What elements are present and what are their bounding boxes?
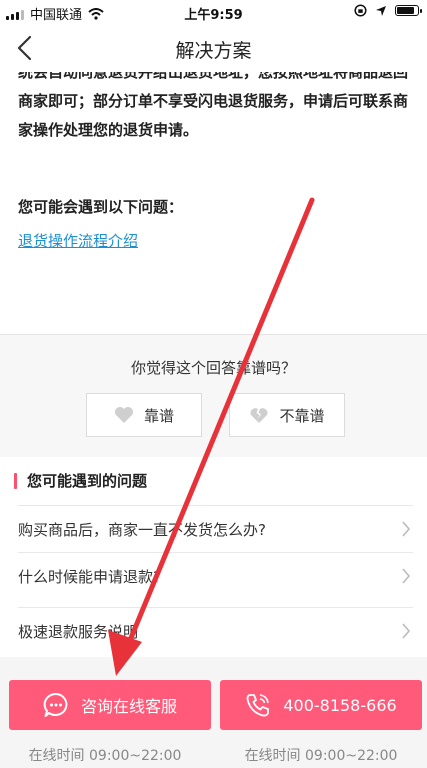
chat-bubble-icon xyxy=(43,692,68,717)
chat-hours: 在线时间 09:00~22:00 xyxy=(28,748,182,764)
rating-section: 你觉得这个回答靠谱吗？ 靠谱 不靠谱 xyxy=(0,335,427,457)
article-content: 统会自动同意退货并给出退货地址，您按照地址将商品退回商家即可；部分订单不享受闪电… xyxy=(0,72,427,334)
heading-accent-bar xyxy=(14,472,17,489)
not-helpful-label: 不靠谱 xyxy=(279,406,325,425)
location-arrow-icon xyxy=(376,5,386,16)
online-service-button[interactable]: 咨询在线客服 xyxy=(9,680,211,730)
page-title: 解决方案 xyxy=(175,40,252,62)
return-process-link[interactable]: 退货操作流程介绍 xyxy=(18,230,138,251)
article-paragraph: 统会自动同意退货并给出退货地址，您按照地址将商品退回商家即可；部分订单不享受闪电… xyxy=(18,72,409,139)
heart-icon xyxy=(114,407,133,423)
phone-hours: 在线时间 09:00~22:00 xyxy=(244,748,398,764)
nav-bar: 解决方案 xyxy=(0,24,427,72)
chevron-right-icon xyxy=(402,521,411,537)
not-helpful-button[interactable]: 不靠谱 xyxy=(229,393,345,437)
faq-item-no-delivery[interactable]: 购买商品后，商家一直不发货怎么办? xyxy=(18,505,413,552)
broken-heart-icon xyxy=(251,408,268,423)
faq-item-label: 购买商品后，商家一直不发货怎么办? xyxy=(18,521,266,539)
footer: 咨询在线客服 400-8158-666 在线时间 09:00~22:00 在线时… xyxy=(0,657,427,768)
faq-item-label: 极速退款服务说明 xyxy=(18,623,139,641)
faq-heading-text: 您可能遇到的问题 xyxy=(27,472,148,490)
helpful-button[interactable]: 靠谱 xyxy=(86,393,202,437)
battery-icon xyxy=(395,5,422,16)
faq-item-label: 什么时候能申请退款? xyxy=(18,568,161,586)
chevron-right-icon xyxy=(402,623,411,639)
phone-icon xyxy=(246,694,270,717)
online-service-label: 咨询在线客服 xyxy=(80,697,177,716)
faq-section: 您可能遇到的问题 购买商品后，商家一直不发货怎么办? 什么时候能申请退款? 极速… xyxy=(0,457,427,657)
helpful-label: 靠谱 xyxy=(143,406,174,425)
questions-heading: 您可能会遇到以下问题： xyxy=(18,198,184,216)
status-bar: 中国联通 上午9:59 xyxy=(0,0,427,24)
rotation-lock-icon xyxy=(354,4,367,17)
hotline-button[interactable]: 400-8158-666 xyxy=(220,680,422,730)
rating-question: 你觉得这个回答靠谱吗？ xyxy=(130,359,296,377)
faq-item-fast-refund[interactable]: 极速退款服务说明 xyxy=(18,607,413,654)
faq-heading: 您可能遇到的问题 xyxy=(14,470,147,491)
status-right xyxy=(354,4,422,17)
faq-item-refund-timing[interactable]: 什么时候能申请退款? xyxy=(18,552,413,599)
hotline-label: 400-8158-666 xyxy=(283,695,397,715)
chevron-right-icon xyxy=(402,568,411,584)
